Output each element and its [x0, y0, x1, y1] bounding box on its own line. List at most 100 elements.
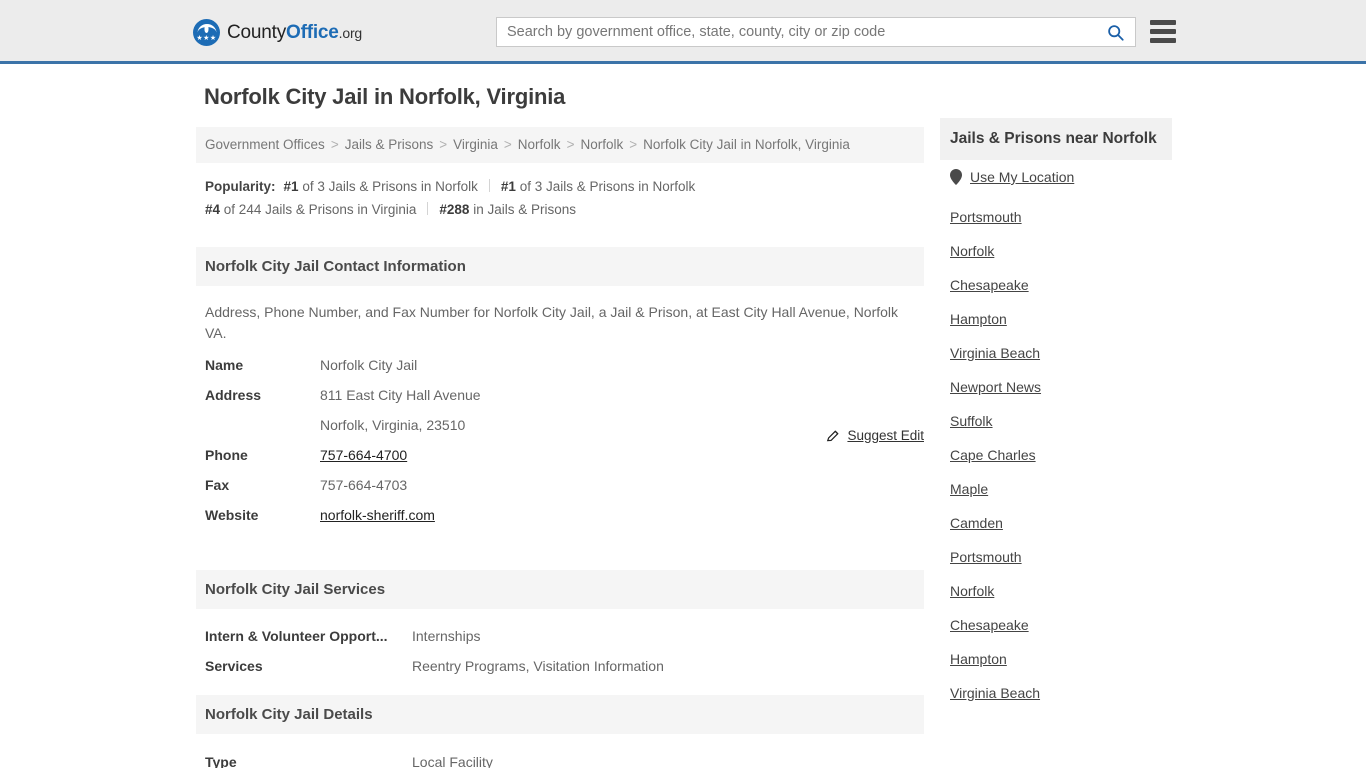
breadcrumb: Government Offices > Jails & Prisons > Virgi… [196, 127, 924, 163]
contact-key-blank [196, 410, 311, 440]
services-section-heading: Norfolk City Jail Services [196, 570, 924, 609]
sidebar-link-1[interactable]: Norfolk [940, 234, 1004, 268]
list-item: Norfolk [940, 574, 1172, 608]
breadcrumb-item-4[interactable]: Norfolk [580, 137, 623, 152]
list-item: Hampton [940, 302, 1172, 336]
breadcrumb-current: Norfolk City Jail in Norfolk, Virginia [643, 137, 850, 152]
table-row: Name Norfolk City Jail [196, 350, 924, 380]
contact-value-fax: 757-664-4703 [320, 477, 408, 493]
list-item: Portsmouth [940, 540, 1172, 574]
sidebar-link-3[interactable]: Hampton [940, 302, 1017, 336]
sidebar-link-9[interactable]: Camden [940, 506, 1013, 540]
sidebar-link-8[interactable]: Maple [940, 472, 998, 506]
table-row: Fax 757-664-4703 [196, 470, 924, 500]
list-item: Chesapeake [940, 268, 1172, 302]
popularity-divider [488, 179, 490, 192]
nearby-cities-list: Portsmouth Norfolk Chesapeake Hampton Vi… [940, 194, 1172, 710]
contact-key-phone: Phone [205, 447, 248, 463]
sidebar-link-5[interactable]: Newport News [940, 370, 1051, 404]
table-row: Intern & Volunteer Opport... Internships [196, 621, 924, 651]
breadcrumb-separator: > [566, 137, 575, 152]
sidebar-link-6[interactable]: Suffolk [940, 404, 1003, 438]
search-bar [496, 17, 1136, 47]
list-item: Chesapeake [940, 608, 1172, 642]
popularity-rank-3: #288 [439, 202, 470, 217]
suggest-edit-label[interactable]: Suggest Edit [847, 428, 924, 443]
popularity-rank-1: #1 [500, 179, 516, 194]
breadcrumb-separator: > [629, 137, 638, 152]
table-row: Services Reentry Programs, Visitation In… [196, 651, 924, 681]
logo-text-office: Office [286, 21, 339, 43]
sidebar-heading: Jails & Prisons near Norfolk [940, 118, 1172, 160]
contact-description: Address, Phone Number, and Fax Number fo… [205, 304, 899, 341]
breadcrumb-item-2[interactable]: Virginia [453, 137, 498, 152]
list-item: Newport News [940, 370, 1172, 404]
table-row: Website norfolk-sheriff.com [196, 500, 924, 530]
popularity-label: Popularity: [205, 179, 276, 194]
menu-bar-3 [1150, 38, 1176, 43]
suggest-edit-button[interactable]: Suggest Edit [826, 428, 924, 443]
popularity-rank-2: #4 [205, 202, 221, 217]
website-link[interactable]: norfolk-sheriff.com [320, 507, 435, 523]
site-logo[interactable]: ★★★ CountyOffice.org [193, 19, 362, 46]
logo-text-tld: .org [338, 24, 363, 41]
list-item: Suffolk [940, 404, 1172, 438]
breadcrumb-item-1[interactable]: Jails & Prisons [345, 137, 434, 152]
list-item: Virginia Beach [940, 676, 1172, 710]
details-table: Type Local Facility Security Level Maxim… [196, 747, 924, 768]
contact-value-name: Norfolk City Jail [320, 357, 418, 373]
popularity-text-2: of 244 Jails & Prisons in Virginia [223, 202, 417, 217]
sidebar-link-2[interactable]: Chesapeake [940, 268, 1039, 302]
contact-key-name: Name [205, 357, 244, 373]
services-table: Intern & Volunteer Opport... Internships… [196, 621, 924, 681]
sidebar-link-13[interactable]: Hampton [940, 642, 1017, 676]
contact-value-website-cell: norfolk-sheriff.com [311, 500, 924, 530]
logo-text: CountyOffice.org [227, 22, 362, 44]
sidebar-link-4[interactable]: Virginia Beach [940, 336, 1050, 370]
sidebar-link-10[interactable]: Portsmouth [940, 540, 1032, 574]
breadcrumb-item-3[interactable]: Norfolk [518, 137, 561, 152]
pencil-edit-icon [827, 429, 840, 441]
popularity-rank-0: #1 [283, 179, 299, 194]
list-item: Virginia Beach [940, 336, 1172, 370]
popularity-section: Popularity: #1 of 3 Jails & Prisons in No… [196, 163, 924, 225]
phone-link[interactable]: 757-664-4700 [320, 447, 407, 463]
breadcrumb-separator: > [503, 137, 512, 152]
services-key-intern: Intern & Volunteer Opport... [205, 628, 388, 644]
site-header: ★★★ CountyOffice.org [0, 0, 1366, 64]
list-item: Norfolk [940, 234, 1172, 268]
breadcrumb-separator: > [330, 137, 339, 152]
contact-section-heading: Norfolk City Jail Contact Information [196, 247, 924, 286]
logo-text-county: County [227, 21, 287, 43]
popularity-item-0: #1 of 3 Jails & Prisons in Norfolk [284, 179, 478, 194]
list-item: Cape Charles [940, 438, 1172, 472]
use-my-location-row[interactable]: Use My Location [940, 160, 1172, 194]
details-key-type: Type [205, 754, 237, 768]
sidebar-link-7[interactable]: Cape Charles [940, 438, 1046, 472]
breadcrumb-separator: > [439, 137, 448, 152]
search-input[interactable] [497, 18, 1095, 46]
popularity-divider [427, 202, 429, 215]
popularity-item-3: #288 in Jails & Prisons [439, 202, 576, 217]
sidebar-link-0[interactable]: Portsmouth [940, 200, 1032, 234]
list-item: Portsmouth [940, 200, 1172, 234]
list-item: Hampton [940, 642, 1172, 676]
services-value-intern: Internships [412, 628, 481, 644]
popularity-line-2: #4 of 244 Jails & Prisons in Virginia #28… [205, 198, 915, 221]
breadcrumb-item-0[interactable]: Government Offices [205, 137, 325, 152]
popularity-item-1: #1 of 3 Jails & Prisons in Norfolk [501, 179, 695, 194]
popularity-text-0: of 3 Jails & Prisons in Norfolk [302, 179, 478, 194]
sidebar-link-14[interactable]: Virginia Beach [940, 676, 1050, 710]
contact-table: Name Norfolk City Jail Address 811 East … [196, 350, 924, 530]
search-button[interactable] [1095, 18, 1135, 46]
popularity-text-3: in Jails & Prisons [473, 202, 577, 217]
use-my-location-link[interactable]: Use My Location [970, 169, 1074, 185]
contact-key-website: Website [205, 507, 259, 523]
hamburger-menu-icon[interactable] [1150, 20, 1176, 43]
sidebar-link-12[interactable]: Chesapeake [940, 608, 1039, 642]
sidebar-link-11[interactable]: Norfolk [940, 574, 1004, 608]
popularity-text-1: of 3 Jails & Prisons in Norfolk [519, 179, 696, 194]
services-key-services: Services [205, 658, 263, 674]
list-item: Camden [940, 506, 1172, 540]
page-title: Norfolk City Jail in Norfolk, Virginia [204, 84, 566, 109]
